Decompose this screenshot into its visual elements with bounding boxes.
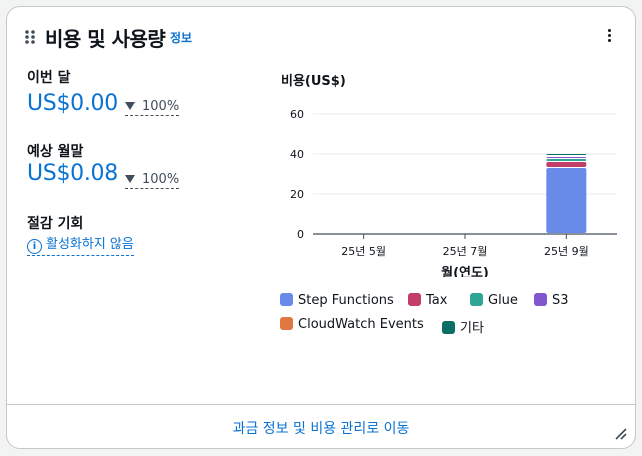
- y-tick-label: 40: [290, 148, 304, 161]
- x-tick-label: 25년 7월: [443, 245, 488, 258]
- bar-segment: [546, 162, 587, 167]
- cost-chart: 0 20 40 60 25년 5월 25년 7월 25년 9월월(연도): [290, 108, 617, 277]
- billing-link[interactable]: 과금 정보 및 비용 관리로 이동: [7, 418, 635, 438]
- legend-label: CloudWatch Events: [298, 317, 424, 332]
- legend-item[interactable]: Tax: [408, 293, 447, 308]
- x-tick-label: 25년 5월: [341, 245, 386, 258]
- drag-handle-icon[interactable]: [24, 29, 36, 45]
- savings-link-text: 활성화하지 않음: [46, 237, 134, 252]
- legend-item[interactable]: S3: [534, 293, 569, 308]
- cost-usage-widget: 비용 및 사용량 정보 이번 달 US$0.00 100% 예상 월말 US$0…: [6, 6, 636, 449]
- bar-segment: [546, 154, 587, 155]
- savings-label: 절감 기회: [27, 216, 84, 232]
- current-month-label: 이번 달: [27, 70, 71, 86]
- legend-item[interactable]: Glue: [470, 293, 518, 308]
- legend-swatch: [470, 293, 483, 306]
- legend-label: Glue: [488, 293, 518, 308]
- chart-title: 비용(US$): [281, 74, 346, 89]
- legend-swatch: [442, 321, 455, 334]
- forecast-label: 예상 월말: [27, 144, 84, 160]
- current-month-value: US$0.00: [27, 91, 118, 116]
- x-tick-label: 25년 9월: [544, 245, 589, 258]
- forecast-value: US$0.08: [27, 161, 118, 186]
- legend-label: Step Functions: [298, 293, 394, 308]
- caret-down-icon: [125, 102, 135, 110]
- legend-label: S3: [552, 293, 569, 308]
- x-axis-label: 월(연도): [441, 265, 489, 277]
- legend-swatch: [534, 293, 547, 306]
- info-circle-icon: i: [27, 239, 42, 254]
- legend-label: Tax: [426, 293, 448, 308]
- savings-link[interactable]: i 활성화하지 않음: [27, 233, 134, 256]
- widget-title: 비용 및 사용량: [45, 27, 166, 51]
- y-tick-label: 20: [290, 188, 304, 201]
- legend-item[interactable]: 기타: [442, 317, 484, 336]
- legend-item[interactable]: CloudWatch Events: [280, 317, 424, 332]
- y-tick-label: 60: [290, 108, 304, 121]
- caret-down-icon: [125, 175, 135, 183]
- bar-segment: [546, 168, 587, 233]
- legend-label: 기타: [460, 321, 484, 336]
- legend-swatch: [280, 293, 293, 306]
- legend-swatch: [408, 293, 421, 306]
- footer-divider: [7, 404, 635, 405]
- current-month-change-value: 100%: [142, 99, 180, 114]
- bar-segment: [546, 159, 587, 161]
- y-tick-label: 0: [297, 228, 304, 241]
- bar-segment: [546, 157, 587, 158]
- info-link[interactable]: 정보: [170, 29, 192, 46]
- current-month-change[interactable]: 100%: [125, 99, 180, 116]
- kebab-menu-icon[interactable]: [602, 27, 616, 45]
- resize-handle-icon[interactable]: [615, 425, 627, 440]
- forecast-change[interactable]: 100%: [125, 172, 180, 189]
- legend-swatch: [280, 317, 293, 330]
- legend-item[interactable]: Step Functions: [280, 293, 394, 308]
- forecast-change-value: 100%: [142, 172, 180, 187]
